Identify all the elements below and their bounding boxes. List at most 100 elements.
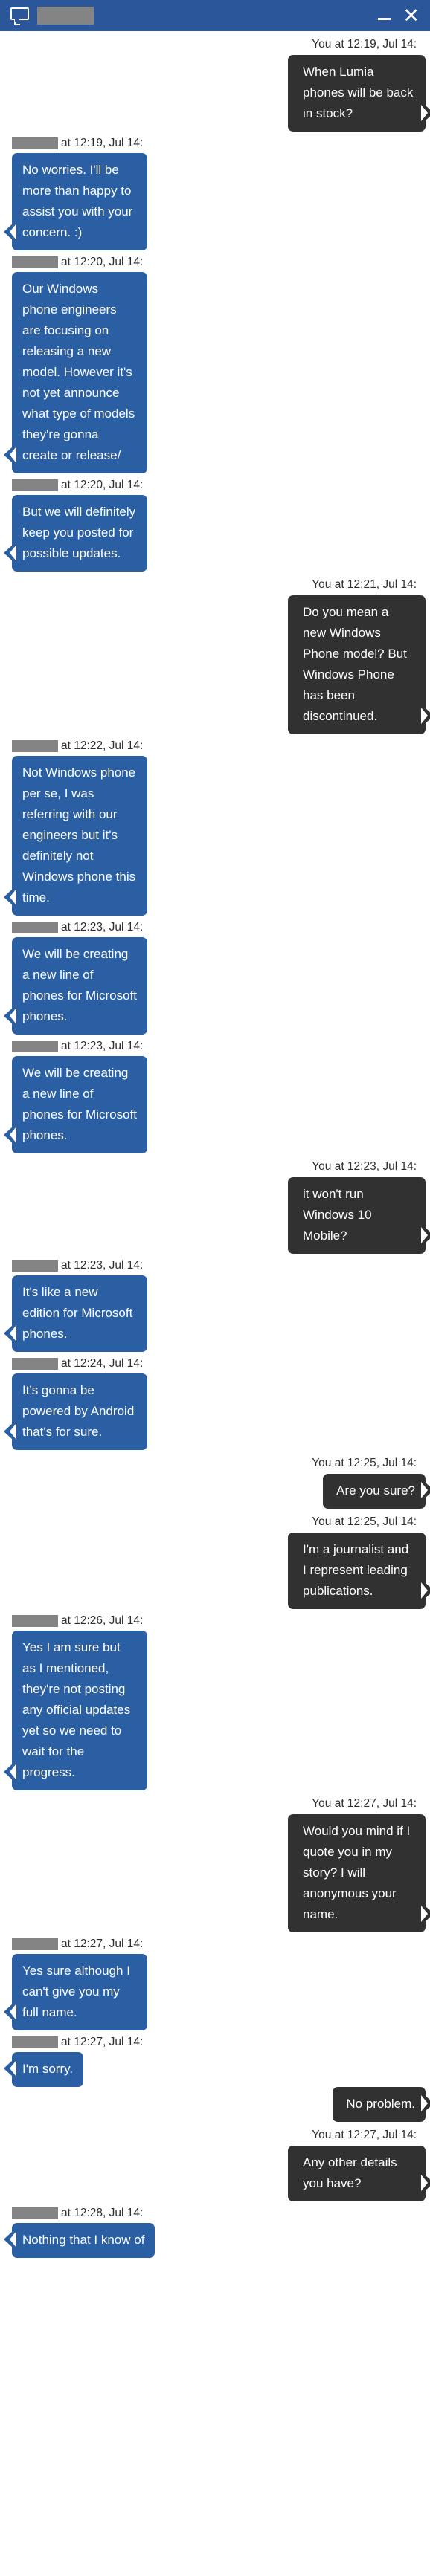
chat-message: at 12:28, Jul 14: Nothing that I know of — [0, 2201, 430, 2258]
message-timestamp: at 12:22, Jul 14: — [61, 740, 144, 752]
sender-name-redacted — [12, 2207, 58, 2219]
chat-message: You at 12:19, Jul 14: When Lumia phones w… — [0, 31, 430, 132]
message-meta: at 12:27, Jul 14: — [0, 2030, 430, 2052]
window-title-redacted — [37, 7, 94, 25]
user-message-bubble: Do you mean a new Windows Phone model? B… — [288, 595, 430, 734]
agent-message-bubble: We will be creating a new line of phones… — [4, 1056, 147, 1153]
chat-bubble-icon — [10, 7, 30, 25]
message-meta: at 12:19, Jul 14: — [0, 132, 430, 153]
message-meta: at 12:23, Jul 14: — [0, 1254, 430, 1275]
window-title-bar: ✕ — [0, 0, 430, 31]
message-row: We will be creating a new line of phones… — [0, 1056, 430, 1153]
agent-message-bubble: Our Windows phone engineers are focusing… — [4, 272, 147, 473]
message-timestamp: You at 12:25, Jul 14: — [312, 1515, 417, 1528]
message-timestamp: at 12:20, Jul 14: — [61, 479, 144, 491]
message-row: Any other details you have? — [0, 2146, 430, 2201]
message-row: We will be creating a new line of phones… — [0, 937, 430, 1035]
chat-message: No problem. — [0, 2087, 430, 2122]
chat-message: You at 12:27, Jul 14: Any other details y… — [0, 2122, 430, 2201]
user-message-bubble: When Lumia phones will be back in stock? — [288, 55, 430, 132]
message-meta: at 12:28, Jul 14: — [0, 2201, 430, 2223]
close-button[interactable]: ✕ — [402, 6, 421, 26]
agent-message-bubble: But we will definitely keep you posted f… — [4, 495, 147, 572]
message-row: it won't run Windows 10 Mobile? — [0, 1177, 430, 1254]
message-row: Not Windows phone per se, I was referrin… — [0, 756, 430, 916]
chat-message: at 12:26, Jul 14: Yes I am sure but as I … — [0, 1609, 430, 1790]
sender-name-redacted — [12, 1259, 58, 1272]
message-row: Are you sure? — [0, 1474, 430, 1509]
message-row: I'm a journalist and I represent leading… — [0, 1533, 430, 1609]
message-meta: at 12:24, Jul 14: — [0, 1352, 430, 1373]
chat-message-list: You at 12:19, Jul 14: When Lumia phones w… — [0, 31, 430, 2258]
agent-message-bubble: We will be creating a new line of phones… — [4, 937, 147, 1035]
message-timestamp: at 12:27, Jul 14: — [61, 2036, 144, 2048]
message-timestamp: at 12:19, Jul 14: — [61, 137, 144, 149]
chat-message: at 12:27, Jul 14: I'm sorry. — [0, 2030, 430, 2087]
user-message-bubble: Any other details you have? — [288, 2146, 430, 2201]
chat-message: at 12:27, Jul 14: Yes sure although I can… — [0, 1932, 430, 2030]
agent-message-bubble: Yes I am sure but as I mentioned, they'r… — [4, 1631, 147, 1790]
chat-message: at 12:19, Jul 14: No worries. I'll be mor… — [0, 132, 430, 250]
sender-name-redacted — [12, 479, 58, 491]
user-message-bubble: it won't run Windows 10 Mobile? — [288, 1177, 430, 1254]
message-timestamp: at 12:23, Jul 14: — [61, 921, 144, 933]
sender-name-redacted — [12, 921, 58, 933]
message-timestamp: You at 12:27, Jul 14: — [312, 2129, 417, 2141]
chat-message: at 12:20, Jul 14: But we will definitely … — [0, 473, 430, 572]
user-message-bubble: Would you mind if I quote you in my stor… — [288, 1814, 430, 1932]
message-meta: You at 12:25, Jul 14: — [0, 1450, 430, 1474]
message-row: It's like a new edition for Microsoft ph… — [0, 1275, 430, 1352]
message-timestamp: at 12:23, Jul 14: — [61, 1040, 144, 1052]
chat-message: at 12:23, Jul 14: We will be creating a n… — [0, 1035, 430, 1153]
chat-message: You at 12:23, Jul 14: it won't run Window… — [0, 1153, 430, 1254]
message-timestamp: You at 12:21, Jul 14: — [312, 578, 417, 591]
message-timestamp: at 12:24, Jul 14: — [61, 1357, 144, 1370]
sender-name-redacted — [12, 137, 58, 149]
user-message-bubble: Are you sure? — [323, 1474, 430, 1509]
message-meta: at 12:26, Jul 14: — [0, 1609, 430, 1631]
agent-message-bubble: It's gonna be powered by Android that's … — [4, 1373, 147, 1450]
message-meta: You at 12:21, Jul 14: — [0, 572, 430, 595]
message-meta: You at 12:23, Jul 14: — [0, 1153, 430, 1177]
sender-name-redacted — [12, 1614, 58, 1627]
message-row: No worries. I'll be more than happy to a… — [0, 153, 430, 250]
message-timestamp: You at 12:19, Jul 14: — [312, 38, 417, 51]
agent-message-bubble: It's like a new edition for Microsoft ph… — [4, 1275, 147, 1352]
chat-message: You at 12:21, Jul 14: Do you mean a new W… — [0, 572, 430, 734]
message-row: It's gonna be powered by Android that's … — [0, 1373, 430, 1450]
message-row: Do you mean a new Windows Phone model? B… — [0, 595, 430, 734]
chat-message: at 12:24, Jul 14: It's gonna be powered b… — [0, 1352, 430, 1450]
message-meta: at 12:20, Jul 14: — [0, 250, 430, 272]
message-row: Yes I am sure but as I mentioned, they'r… — [0, 1631, 430, 1790]
sender-name-redacted — [12, 1040, 58, 1052]
message-meta: at 12:23, Jul 14: — [0, 1035, 430, 1056]
chat-message: You at 12:27, Jul 14: Would you mind if I… — [0, 1790, 430, 1932]
agent-message-bubble: Yes sure although I can't give you my fu… — [4, 1954, 147, 2030]
sender-name-redacted — [12, 1938, 58, 1950]
chat-message: You at 12:25, Jul 14: I'm a journalist an… — [0, 1509, 430, 1609]
message-meta: at 12:22, Jul 14: — [0, 734, 430, 756]
agent-message-bubble: I'm sorry. — [3, 2052, 84, 2087]
chat-message: at 12:22, Jul 14: Not Windows phone per s… — [0, 734, 430, 916]
chat-message: at 12:23, Jul 14: It's like a new edition… — [0, 1254, 430, 1352]
message-meta: at 12:20, Jul 14: — [0, 473, 430, 495]
sender-name-redacted — [12, 1357, 58, 1370]
message-timestamp: at 12:20, Jul 14: — [61, 256, 144, 268]
sender-name-redacted — [12, 2036, 58, 2048]
message-timestamp: at 12:23, Jul 14: — [61, 1259, 144, 1272]
message-timestamp: at 12:26, Jul 14: — [61, 1614, 144, 1627]
message-row: Yes sure although I can't give you my fu… — [0, 1954, 430, 2030]
message-timestamp: at 12:27, Jul 14: — [61, 1938, 144, 1950]
message-row: Nothing that I know of — [0, 2223, 430, 2258]
message-timestamp: You at 12:23, Jul 14: — [312, 1160, 417, 1173]
user-message-bubble: No problem. — [333, 2087, 430, 2122]
message-row: But we will definitely keep you posted f… — [0, 495, 430, 572]
sender-name-redacted — [12, 256, 58, 268]
message-timestamp: You at 12:25, Jul 14: — [312, 1457, 417, 1469]
chat-message: at 12:23, Jul 14: We will be creating a n… — [0, 916, 430, 1035]
message-meta: at 12:27, Jul 14: — [0, 1932, 430, 1954]
user-message-bubble: I'm a journalist and I represent leading… — [288, 1533, 430, 1609]
message-timestamp: You at 12:27, Jul 14: — [312, 1797, 417, 1810]
message-meta: You at 12:19, Jul 14: — [0, 31, 430, 55]
minimize-button[interactable] — [377, 6, 392, 25]
